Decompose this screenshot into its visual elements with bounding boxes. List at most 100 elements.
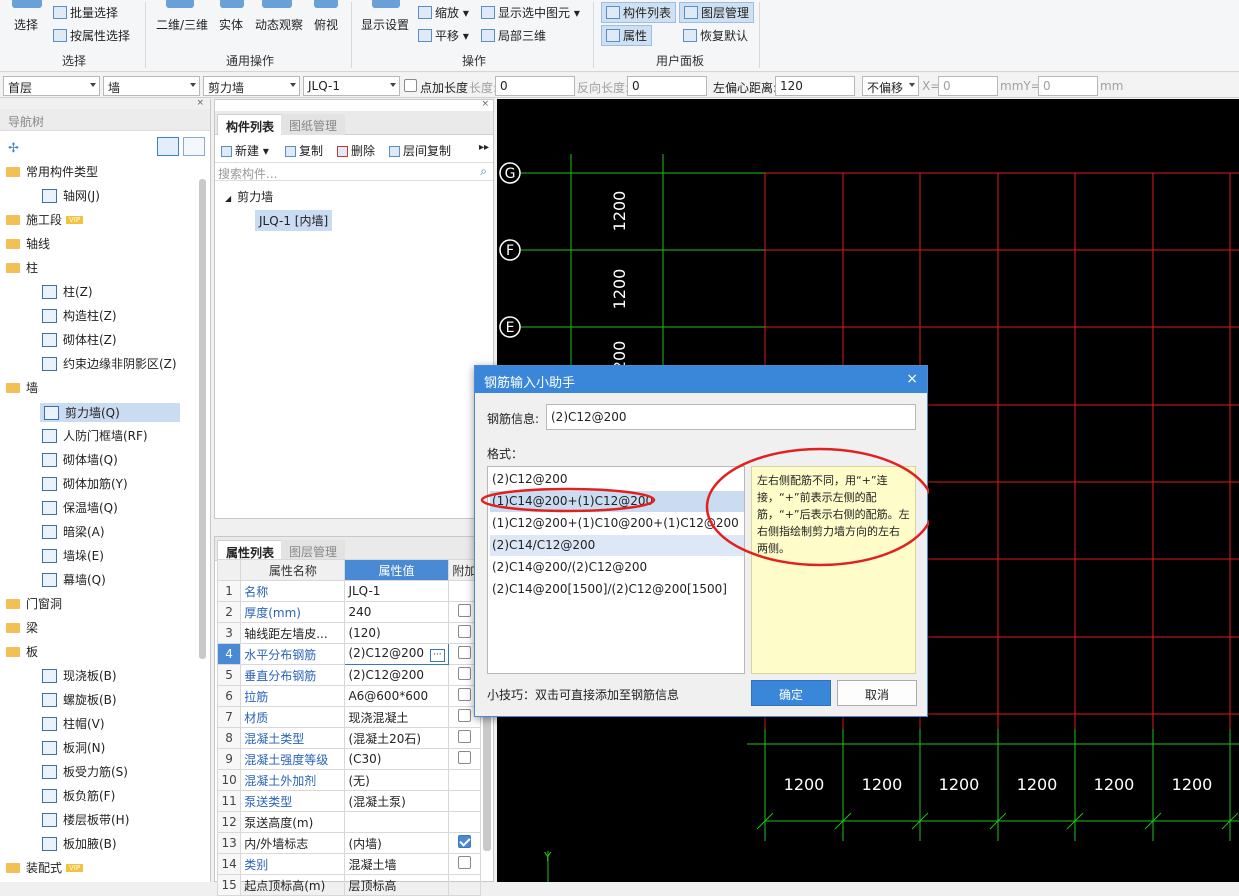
extra-checkbox[interactable] xyxy=(457,730,471,743)
length-input[interactable]: 0 xyxy=(495,76,575,96)
property-value[interactable]: 混凝土墙 xyxy=(344,853,449,875)
property-value[interactable]: 240 xyxy=(344,601,449,623)
more-icon[interactable]: ▸▸ xyxy=(479,142,489,153)
nav-item[interactable]: 柱帽(V) xyxy=(42,715,105,732)
nav-item[interactable]: 板负筋(F) xyxy=(42,787,115,804)
table-row[interactable]: 6 拉筋 A6@600*600 xyxy=(216,685,482,707)
tab-component-list[interactable]: 构件列表 xyxy=(217,114,284,135)
nav-item[interactable]: 现浇板(B) xyxy=(42,667,117,684)
floor-select[interactable]: 首层 xyxy=(3,76,100,96)
solid-button[interactable]: 实体 xyxy=(219,16,243,33)
nav-folder[interactable]: 墙 xyxy=(6,379,38,396)
subtype-select[interactable]: 剪力墙 xyxy=(203,76,300,96)
nav-item[interactable]: 板洞(N) xyxy=(42,739,105,756)
property-value[interactable]: (混凝土20石) xyxy=(344,727,449,749)
nav-folder[interactable]: 装配式 VIP xyxy=(6,859,84,876)
nav-item[interactable]: 板受力筋(S) xyxy=(42,763,128,780)
new-button[interactable]: 新建 ▾ xyxy=(221,142,269,159)
collapse-icon[interactable]: ◢ xyxy=(225,194,231,203)
table-row[interactable]: 8 混凝土类型 (混凝土20石) xyxy=(216,727,482,749)
nav-folder[interactable]: 柱 xyxy=(6,259,38,276)
property-value[interactable]: A6@600*600 xyxy=(344,685,449,707)
nav-item[interactable]: 螺旋板(B) xyxy=(42,691,117,708)
copy-button[interactable]: 复制 xyxy=(285,142,323,159)
table-row[interactable]: 12 泵送高度(m) xyxy=(216,811,482,833)
nav-item[interactable]: 暗梁(A) xyxy=(42,523,105,540)
extra-checkbox[interactable] xyxy=(457,709,471,722)
nav-folder[interactable]: 梁 xyxy=(6,619,38,636)
tab-drawing-mgmt[interactable]: 图纸管理 xyxy=(281,114,346,135)
list-view-icon[interactable] xyxy=(157,137,179,156)
component-item[interactable]: JLQ-1 [内墙] xyxy=(255,210,333,231)
tab-layer-mgmt[interactable]: 图层管理 xyxy=(281,540,346,561)
table-row[interactable]: 3 轴线距左墙皮... (120) xyxy=(216,622,482,644)
grid-view-icon[interactable] xyxy=(183,137,205,156)
table-row[interactable]: 2 厚度(mm) 240 xyxy=(216,601,482,623)
add-length-checkbox[interactable] xyxy=(404,79,417,92)
attributes-button[interactable]: 属性 xyxy=(601,25,653,46)
restore-default-button[interactable]: 恢复默认 xyxy=(683,27,748,44)
select-button[interactable]: 选择 xyxy=(14,16,38,33)
nav-item[interactable]: 保温墙(Q) xyxy=(42,499,118,516)
nav-folder[interactable]: 轴线 xyxy=(6,235,50,252)
floor-copy-button[interactable]: 层间复制 xyxy=(389,142,451,159)
extra-checkbox[interactable] xyxy=(457,604,471,617)
type-select[interactable]: 墙 xyxy=(103,76,200,96)
component-select[interactable]: JLQ-1 xyxy=(303,76,400,96)
tab-property-list[interactable]: 属性列表 xyxy=(217,540,284,561)
nav-folder[interactable]: 常用构件类型 xyxy=(6,163,98,180)
table-row[interactable]: 10 混凝土外加剂 (无) xyxy=(216,769,482,791)
pin-icon[interactable]: ✢ xyxy=(8,141,19,156)
nav-item[interactable]: 轴网(J) xyxy=(42,187,100,204)
property-value[interactable]: (无) xyxy=(344,769,449,791)
scrollbar[interactable] xyxy=(199,179,206,659)
nav-folder[interactable]: 门窗洞 xyxy=(6,595,62,612)
pan-button[interactable]: 平移 ▾ xyxy=(418,27,469,44)
reverse-length-input[interactable]: 0 xyxy=(627,76,707,96)
offset-input[interactable]: 120 xyxy=(775,76,855,96)
offset-mode-select[interactable]: 不偏移 xyxy=(862,76,919,96)
property-value[interactable]: (C30) xyxy=(344,748,449,770)
zoom-button[interactable]: 缩放 ▾ xyxy=(418,4,469,21)
property-value[interactable]: (2)C12@200 xyxy=(344,664,449,686)
table-row[interactable]: 9 混凝土强度等级 (C30) xyxy=(216,748,482,770)
nav-item[interactable]: 砌体加筋(Y) xyxy=(42,475,128,492)
table-row[interactable]: 4 水平分布钢筋 (2)C12@200 ··· xyxy=(216,643,482,665)
search-box[interactable]: 搜索构件... ⌕ xyxy=(215,162,493,181)
by-attr-select-button[interactable]: 按属性选择 xyxy=(53,27,130,44)
table-row[interactable]: 5 垂直分布钢筋 (2)C12@200 xyxy=(216,664,482,686)
property-value[interactable]: JLQ-1 xyxy=(344,580,449,602)
nav-item[interactable]: 砌体柱(Z) xyxy=(42,331,117,348)
nav-item[interactable]: 幕墙(Q) xyxy=(42,571,106,588)
table-row[interactable]: 1 名称 JLQ-1 xyxy=(216,580,482,602)
property-value[interactable]: 现浇混凝土 xyxy=(344,706,449,728)
extra-checkbox[interactable] xyxy=(457,688,471,701)
table-row[interactable]: 13 内/外墙标志 (内墙) xyxy=(216,832,482,854)
top-view-button[interactable]: 俯视 xyxy=(314,16,338,33)
batch-select-button[interactable]: 批量选择 xyxy=(53,4,118,21)
close-icon[interactable]: × xyxy=(481,99,489,109)
ellipsis-icon[interactable]: ··· xyxy=(430,649,445,662)
property-value[interactable] xyxy=(344,811,449,833)
nav-folder[interactable]: 板 xyxy=(6,643,38,660)
nav-folder[interactable]: 施工段 VIP xyxy=(6,211,84,228)
nav-item[interactable]: 砌体墙(Q) xyxy=(42,451,118,468)
nav-item[interactable]: 人防门框墙(RF) xyxy=(42,427,148,444)
property-value[interactable]: 层顶标高 xyxy=(344,874,449,896)
nav-item[interactable]: 柱(Z) xyxy=(42,283,93,300)
extra-checkbox[interactable] xyxy=(457,667,471,680)
display-settings-button[interactable]: 显示设置 xyxy=(361,16,409,33)
close-icon[interactable]: × xyxy=(0,99,210,109)
search-input[interactable]: 搜索构件... xyxy=(218,165,277,182)
nav-item[interactable]: 板加腋(B) xyxy=(42,835,117,852)
extra-checkbox[interactable] xyxy=(457,835,471,848)
component-list-button[interactable]: 构件列表 xyxy=(601,2,677,23)
show-selected-button[interactable]: 显示选中图元 ▾ xyxy=(481,4,580,21)
nav-item[interactable]: 构造柱(Z) xyxy=(42,307,117,324)
local-3d-button[interactable]: 局部三维 xyxy=(481,27,546,44)
nav-item[interactable]: 约束边缘非阴影区(Z) xyxy=(42,355,177,372)
property-value[interactable]: (内墙) xyxy=(344,832,449,854)
property-value[interactable]: (混凝土泵) xyxy=(344,790,449,812)
extra-checkbox[interactable] xyxy=(457,646,471,659)
nav-item[interactable]: 楼层板带(H) xyxy=(42,811,129,828)
